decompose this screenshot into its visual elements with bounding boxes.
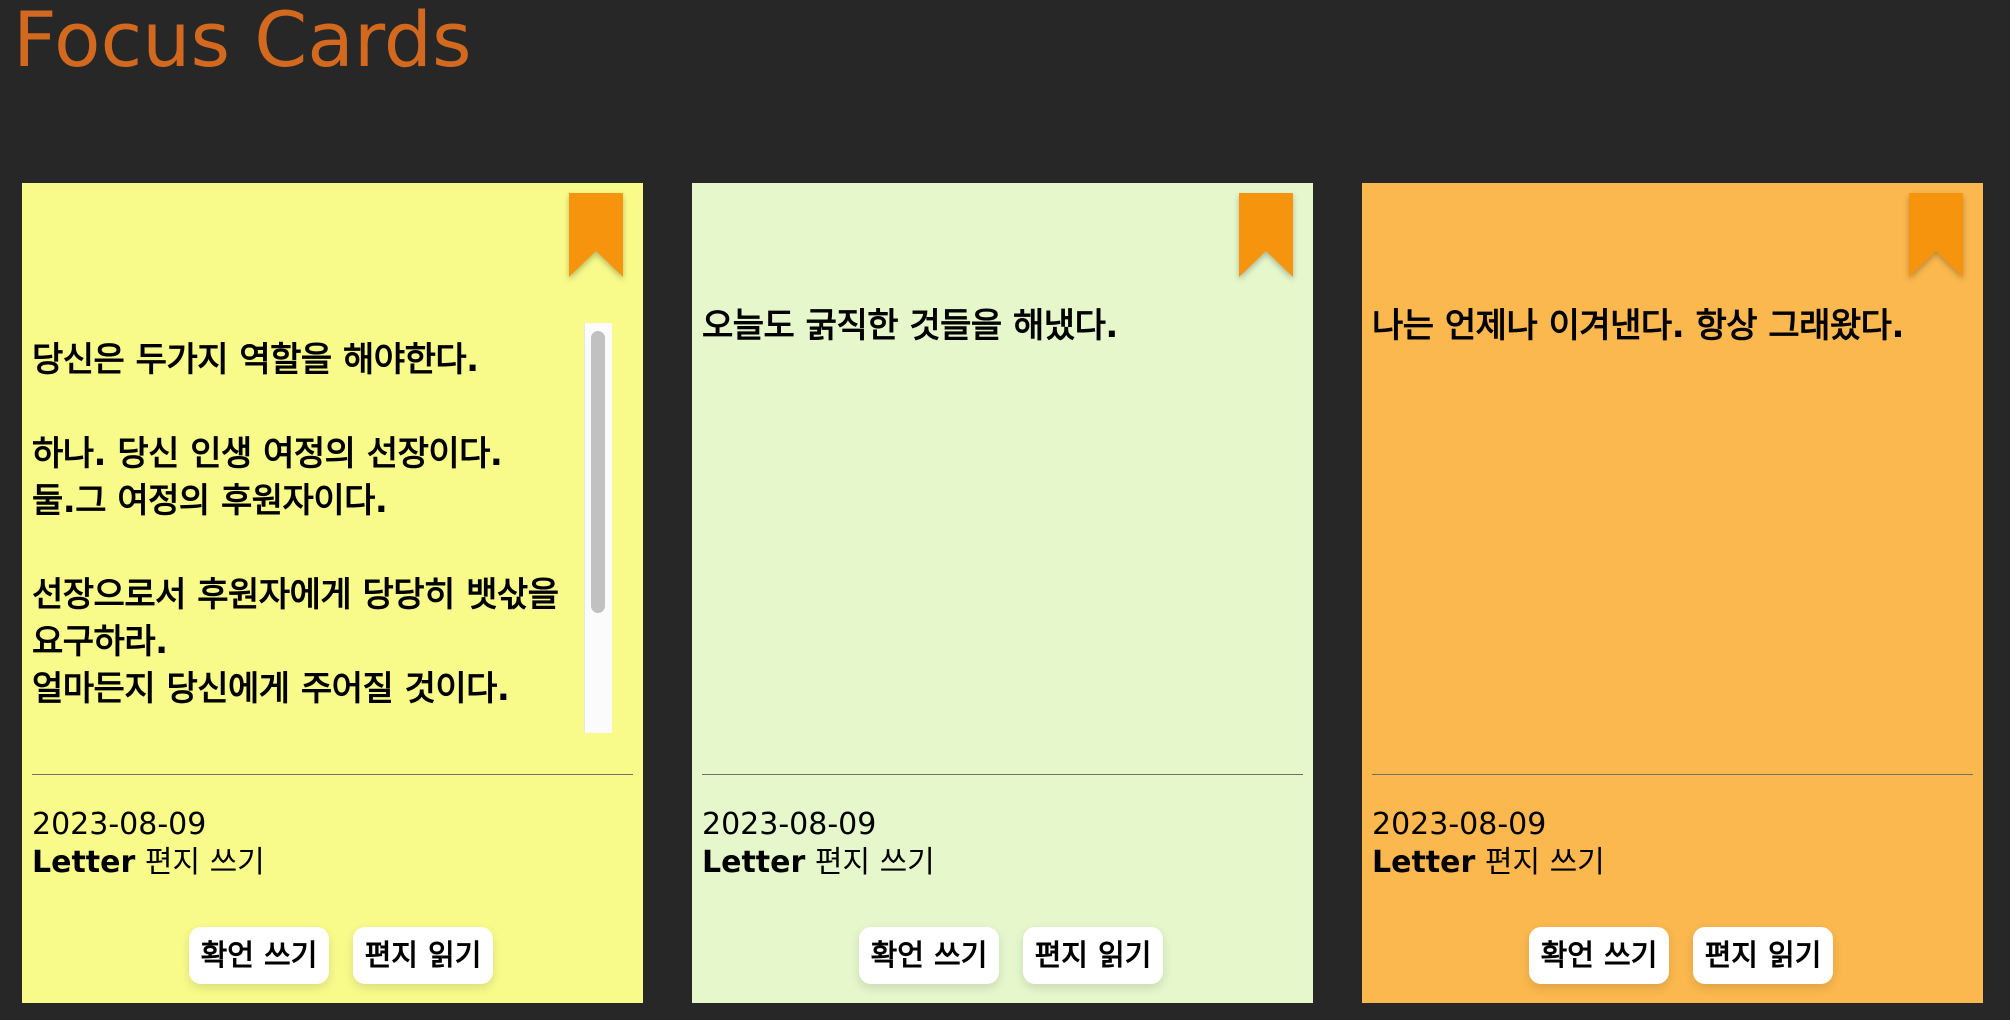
scrollbar-thumb[interactable] bbox=[591, 331, 605, 613]
card-divider bbox=[32, 774, 633, 775]
letter-write-label: 편지 쓰기 bbox=[1484, 845, 1605, 880]
bookmark-icon[interactable] bbox=[1909, 193, 1963, 277]
focus-card: 나는 언제나 이겨낸다. 항상 그래왔다. 2023-08-09 Letter … bbox=[1362, 183, 1983, 1003]
card-date: 2023-08-09 bbox=[32, 807, 207, 842]
card-date: 2023-08-09 bbox=[702, 807, 877, 842]
message-scrollbar[interactable] bbox=[584, 323, 612, 733]
read-letter-button[interactable]: 편지 읽기 bbox=[353, 927, 493, 984]
read-letter-button[interactable]: 편지 읽기 bbox=[1693, 927, 1833, 984]
bookmark-icon[interactable] bbox=[1239, 193, 1293, 277]
card-divider bbox=[1372, 774, 1973, 775]
write-affirmation-button[interactable]: 확언 쓰기 bbox=[1529, 927, 1669, 984]
letter-write-link[interactable]: Letter 편지 쓰기 bbox=[1372, 843, 1605, 883]
letter-keyword: Letter bbox=[702, 845, 806, 880]
card-message-area[interactable]: 당신은 두가지 역할을 해야한다. 하나. 당신 인생 여정의 선장이다. 둘.… bbox=[32, 323, 612, 733]
letter-write-link[interactable]: Letter 편지 쓰기 bbox=[702, 843, 935, 883]
page-title: Focus Cards bbox=[13, 0, 472, 84]
letter-write-link[interactable]: Letter 편지 쓰기 bbox=[32, 843, 265, 883]
write-affirmation-button[interactable]: 확언 쓰기 bbox=[859, 927, 999, 984]
card-message-area: 오늘도 굵직한 것들을 해냈다. bbox=[702, 306, 1282, 733]
letter-keyword: Letter bbox=[1372, 845, 1476, 880]
write-affirmation-button[interactable]: 확언 쓰기 bbox=[189, 927, 329, 984]
focus-card: 당신은 두가지 역할을 해야한다. 하나. 당신 인생 여정의 선장이다. 둘.… bbox=[22, 183, 643, 1003]
read-letter-button[interactable]: 편지 읽기 bbox=[1023, 927, 1163, 984]
card-message: 나는 언제나 이겨낸다. 항상 그래왔다. bbox=[1372, 306, 1904, 346]
card-date: 2023-08-09 bbox=[1372, 807, 1547, 842]
card-message-area: 나는 언제나 이겨낸다. 항상 그래왔다. bbox=[1372, 306, 1952, 733]
bookmark-icon[interactable] bbox=[569, 193, 623, 277]
card-message: 당신은 두가지 역할을 해야한다. 하나. 당신 인생 여정의 선장이다. 둘.… bbox=[32, 340, 559, 709]
letter-write-label: 편지 쓰기 bbox=[144, 845, 265, 880]
card-divider bbox=[702, 774, 1303, 775]
card-message: 오늘도 굵직한 것들을 해냈다. bbox=[702, 306, 1118, 346]
letter-keyword: Letter bbox=[32, 845, 136, 880]
focus-card: 오늘도 굵직한 것들을 해냈다. 2023-08-09 Letter 편지 쓰기… bbox=[692, 183, 1313, 1003]
letter-write-label: 편지 쓰기 bbox=[814, 845, 935, 880]
